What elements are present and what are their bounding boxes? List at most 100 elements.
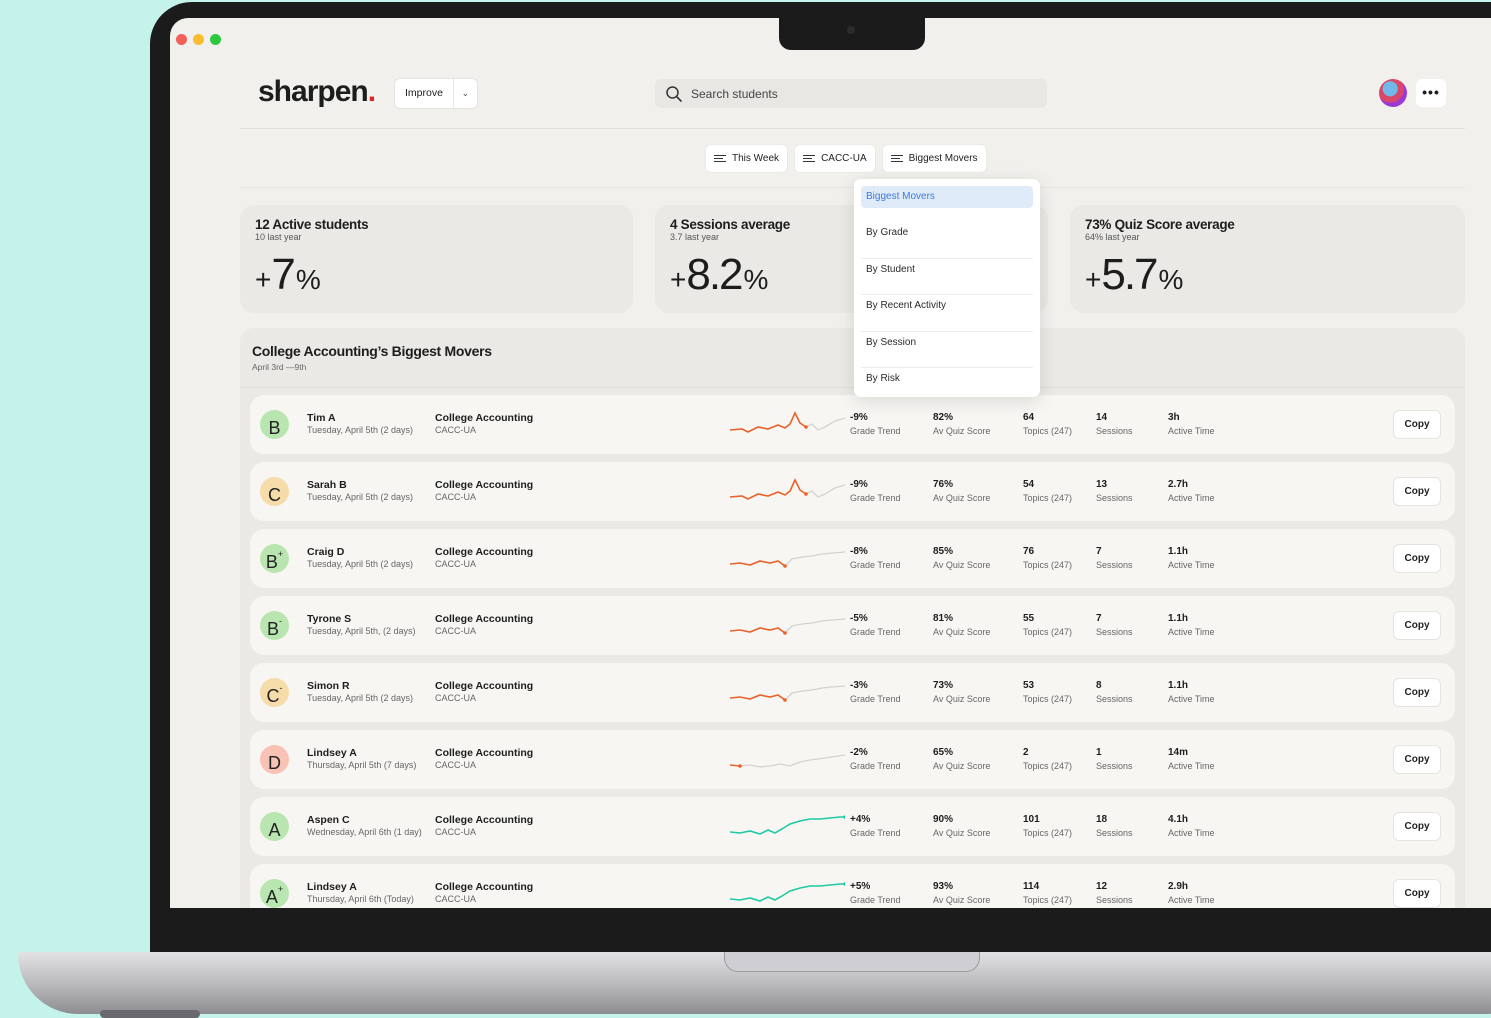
- dropdown-option-by-risk[interactable]: By Risk: [861, 368, 1033, 405]
- minimize-window-button[interactable]: [193, 34, 204, 45]
- grade-trend-metric: -8% Grade Trend: [850, 546, 901, 570]
- copy-button[interactable]: Copy: [1393, 879, 1441, 908]
- grade-trend-metric: -2% Grade Trend: [850, 747, 901, 771]
- quiz-score-metric: 82% Av Quiz Score: [933, 412, 990, 436]
- stat-card-quiz-score: 73% Quiz Score average 64% last year +5.…: [1070, 205, 1465, 313]
- dropdown-option-biggest-movers[interactable]: Biggest Movers: [861, 186, 1033, 208]
- copy-button[interactable]: Copy: [1393, 477, 1441, 506]
- stat-subtitle: 10 last year: [255, 232, 302, 242]
- grade-trend-metric: -5% Grade Trend: [850, 613, 901, 637]
- sessions-value: 1: [1096, 747, 1102, 758]
- logo-text: sharpen: [258, 75, 369, 108]
- student-row[interactable]: A+ Lindsey A Thursday, April 6th (Today)…: [250, 864, 1455, 908]
- dropdown-option-by-student[interactable]: By Student: [861, 259, 1033, 295]
- course-name: College Accounting: [435, 479, 534, 491]
- stat-card-active-students: 12 Active students 10 last year +7%: [240, 205, 633, 313]
- filter-sort[interactable]: Biggest Movers: [882, 145, 986, 172]
- sessions-metric: 13 Sessions: [1096, 479, 1133, 503]
- grade-trend-label: Grade Trend: [850, 761, 901, 771]
- topics-metric: 114 Topics (247): [1023, 881, 1072, 905]
- grade-trend-metric: -9% Grade Trend: [850, 479, 901, 503]
- sparkline-marker: [783, 564, 787, 568]
- grade-modifier: -: [279, 683, 283, 693]
- grade-badge: B-: [260, 611, 289, 640]
- sessions-label: Sessions: [1096, 493, 1133, 503]
- filter-label: CACC-UA: [821, 153, 867, 164]
- stat-sign: +: [255, 264, 271, 295]
- student-name[interactable]: Lindsey A: [307, 881, 357, 893]
- dropdown-option-by-grade[interactable]: By Grade: [861, 222, 1033, 259]
- topics-label: Topics (247): [1023, 627, 1073, 637]
- sparkline-marker: [783, 698, 787, 702]
- workspace-selector[interactable]: Improve ⌄: [395, 79, 477, 108]
- copy-button[interactable]: Copy: [1393, 678, 1441, 707]
- quiz-score-value: 76%: [933, 479, 954, 490]
- chevron-down-icon[interactable]: ⌄: [454, 79, 477, 108]
- copy-button[interactable]: Copy: [1393, 812, 1441, 841]
- student-name[interactable]: Craig D: [307, 546, 344, 558]
- filter-divider: [240, 187, 1465, 188]
- grade-modifier: +: [277, 884, 284, 894]
- app-logo[interactable]: sharpen.: [258, 75, 376, 109]
- quiz-score-label: Av Quiz Score: [933, 694, 991, 704]
- dropdown-option-by-recent-activity[interactable]: By Recent Activity: [861, 295, 1033, 332]
- copy-button[interactable]: Copy: [1393, 611, 1441, 640]
- student-row[interactable]: B+ Craig D Tuesday, April 5th (2 days) C…: [250, 529, 1455, 588]
- topics-metric: 53 Topics (247): [1023, 680, 1072, 704]
- laptop-foot: [100, 1010, 200, 1018]
- student-name[interactable]: Tyrone S: [307, 613, 351, 625]
- topics-value: 55: [1023, 613, 1035, 624]
- quiz-score-value: 93%: [933, 881, 954, 892]
- grade-trend-sparkline: [730, 478, 845, 500]
- zoom-window-button[interactable]: [210, 34, 221, 45]
- filter-time-range[interactable]: This Week: [706, 145, 788, 172]
- search-input[interactable]: [691, 86, 1011, 101]
- student-row[interactable]: B- Tyrone S Tuesday, April 5th, (2 days)…: [250, 596, 1455, 655]
- sparkline-marker: [804, 492, 808, 496]
- stat-value: +5.7%: [1085, 250, 1450, 300]
- workspace-label[interactable]: Improve: [395, 79, 454, 108]
- active-time-label: Active Time: [1168, 426, 1215, 436]
- sparkline-marker: [843, 815, 845, 819]
- course-name: College Accounting: [435, 680, 534, 692]
- dropdown-option-by-session[interactable]: By Session: [861, 332, 1033, 368]
- grade-trend-value: -3%: [850, 680, 868, 691]
- copy-button[interactable]: Copy: [1393, 410, 1441, 439]
- active-time-metric: 14m Active Time: [1168, 747, 1215, 771]
- student-last-active: Thursday, April 6th (Today): [307, 894, 414, 904]
- grade-trend-sparkline: [730, 411, 845, 433]
- student-row[interactable]: D Lindsey A Thursday, April 5th (7 days)…: [250, 730, 1455, 789]
- student-row[interactable]: C Sarah B Tuesday, April 5th (2 days) Co…: [250, 462, 1455, 521]
- user-avatar[interactable]: [1379, 79, 1407, 107]
- sparkline-marker: [804, 425, 808, 429]
- close-window-button[interactable]: [176, 34, 187, 45]
- filter-icon: [803, 154, 816, 163]
- student-row[interactable]: C- Simon R Tuesday, April 5th (2 days) C…: [250, 663, 1455, 722]
- student-row[interactable]: B Tim A Tuesday, April 5th (2 days) Coll…: [250, 395, 1455, 454]
- student-row[interactable]: A Aspen C Wednesday, April 6th (1 day) C…: [250, 797, 1455, 856]
- student-name[interactable]: Simon R: [307, 680, 350, 692]
- student-name[interactable]: Lindsey A: [307, 747, 357, 759]
- student-name[interactable]: Tim A: [307, 412, 336, 424]
- grade-letter: C: [266, 686, 280, 706]
- student-name[interactable]: Aspen C: [307, 814, 350, 826]
- active-time-metric: 1.1h Active Time: [1168, 680, 1215, 704]
- sessions-label: Sessions: [1096, 694, 1133, 704]
- search-icon: [666, 85, 682, 102]
- more-options-button[interactable]: •••: [1416, 79, 1446, 107]
- search-bar[interactable]: [655, 79, 1047, 108]
- app-screen: sharpen. Improve ⌄ ••• This Week CACC-UA…: [170, 18, 1491, 908]
- topics-value: 54: [1023, 479, 1035, 490]
- filter-course[interactable]: CACC-UA: [795, 145, 875, 172]
- student-last-active: Tuesday, April 5th (2 days): [307, 492, 414, 502]
- student-name[interactable]: Sarah B: [307, 479, 347, 491]
- active-time-value: 2.9h: [1168, 881, 1189, 892]
- copy-button[interactable]: Copy: [1393, 544, 1441, 573]
- sparkline-trend-line: [730, 478, 807, 500]
- topics-label: Topics (247): [1023, 895, 1073, 905]
- copy-button[interactable]: Copy: [1393, 745, 1441, 774]
- course-name: College Accounting: [435, 546, 534, 558]
- student-last-active: Tuesday, April 5th (2 days): [307, 559, 414, 569]
- screen-bezel: [150, 908, 1491, 952]
- stat-sign: +: [670, 264, 686, 295]
